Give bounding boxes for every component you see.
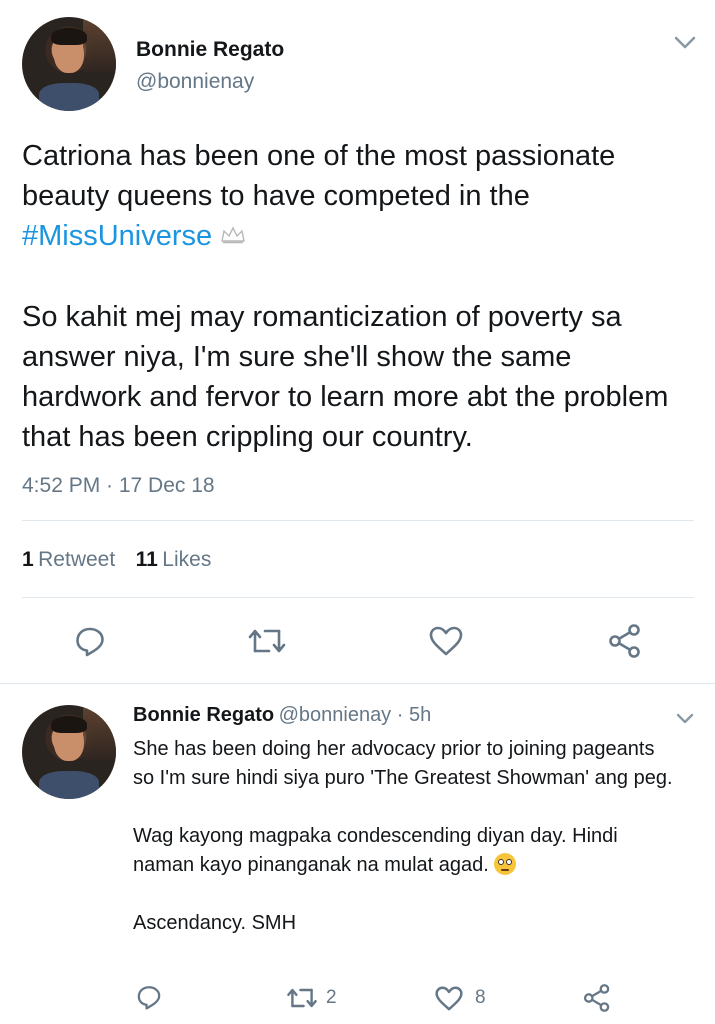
tweet-text-part: Catriona has been one of the most passio… bbox=[22, 140, 624, 212]
reply-icon[interactable] bbox=[74, 625, 106, 657]
author-name[interactable]: Bonnie Regato bbox=[136, 38, 284, 62]
reply-icon[interactable] bbox=[136, 984, 162, 1010]
avatar[interactable] bbox=[22, 17, 116, 111]
tweet-stats: 1 Retweet 11 Likes bbox=[22, 548, 211, 572]
reply-text-part: Ascendancy. SMH bbox=[133, 912, 297, 934]
reply-time: · 5h bbox=[391, 704, 432, 726]
share-icon[interactable] bbox=[583, 983, 611, 1013]
crown-emoji bbox=[220, 226, 246, 248]
reply-text: She has been doing her advocacy prior to… bbox=[133, 735, 678, 938]
likes-stat[interactable]: 11 Likes bbox=[136, 548, 212, 571]
heart-icon[interactable] bbox=[429, 626, 463, 656]
retweet-icon[interactable] bbox=[247, 626, 287, 656]
tweet-text-part: So kahit mej may romanticization of pove… bbox=[22, 301, 669, 453]
reply-like-count: 8 bbox=[475, 987, 486, 1008]
heart-icon[interactable] bbox=[435, 986, 463, 1011]
like-count: 11 bbox=[135, 548, 158, 571]
reply-retweet-count: 2 bbox=[326, 987, 337, 1008]
chevron-down-icon[interactable] bbox=[676, 713, 694, 725]
tweet-text: Catriona has been one of the most passio… bbox=[22, 136, 692, 457]
retweet-label: Retweet bbox=[38, 548, 116, 571]
retweet-count: 1 bbox=[22, 548, 34, 571]
reply-author-handle[interactable]: @bonnienay bbox=[279, 704, 392, 726]
author-handle[interactable]: @bonnienay bbox=[136, 70, 254, 94]
tweet-timestamp[interactable]: 4:52 PM · 17 Dec 18 bbox=[22, 474, 215, 498]
divider bbox=[22, 597, 694, 598]
share-icon[interactable] bbox=[608, 623, 642, 659]
hashtag-link[interactable]: #MissUniverse bbox=[22, 220, 212, 252]
avatar[interactable] bbox=[22, 705, 116, 799]
like-label: Likes bbox=[162, 548, 212, 571]
divider bbox=[0, 683, 715, 684]
reply-header: Bonnie Regato @bonnienay · 5h bbox=[133, 704, 431, 727]
divider bbox=[22, 520, 694, 521]
reply-author-name[interactable]: Bonnie Regato bbox=[133, 704, 274, 726]
reply-text-part: She has been doing her advocacy prior to… bbox=[133, 738, 673, 876]
chevron-down-icon[interactable] bbox=[674, 36, 696, 50]
rolling-eyes-emoji bbox=[494, 853, 517, 875]
retweet-stat[interactable]: 1 Retweet bbox=[22, 548, 120, 571]
retweet-icon[interactable] bbox=[286, 986, 318, 1010]
